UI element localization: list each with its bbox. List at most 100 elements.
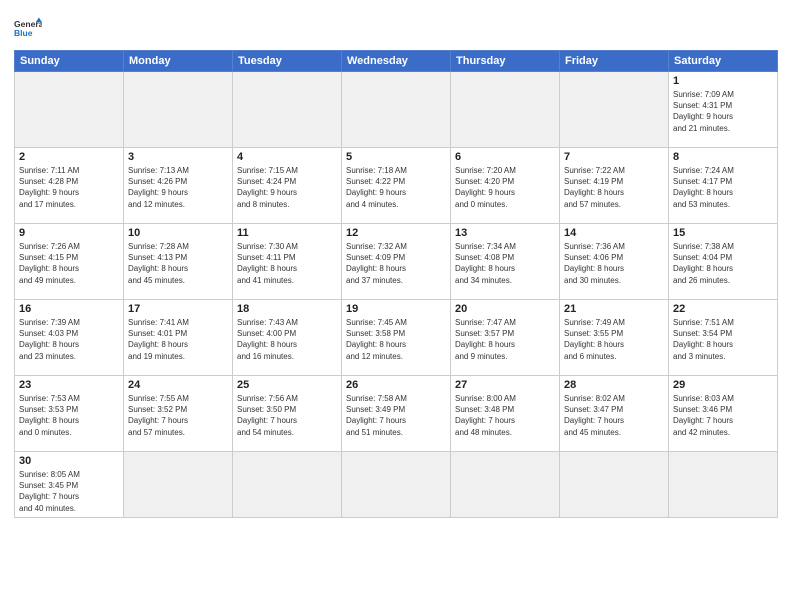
day-info: Sunrise: 7:55 AM Sunset: 3:52 PM Dayligh… <box>128 393 228 438</box>
day-number: 29 <box>673 379 773 391</box>
calendar-cell <box>451 72 560 148</box>
calendar-cell: 20 Sunrise: 7:47 AM Sunset: 3:57 PM Dayli… <box>451 300 560 376</box>
day-number: 14 <box>564 227 664 239</box>
day-info: Sunrise: 8:02 AM Sunset: 3:47 PM Dayligh… <box>564 393 664 438</box>
calendar-cell <box>342 452 451 518</box>
calendar-cell <box>560 72 669 148</box>
day-number: 23 <box>19 379 119 391</box>
day-number: 2 <box>19 151 119 163</box>
day-info: Sunrise: 7:32 AM Sunset: 4:09 PM Dayligh… <box>346 241 446 286</box>
day-info: Sunrise: 7:36 AM Sunset: 4:06 PM Dayligh… <box>564 241 664 286</box>
day-number: 13 <box>455 227 555 239</box>
calendar-cell <box>342 72 451 148</box>
logo: General Blue <box>14 16 42 44</box>
week-row-4: 23 Sunrise: 7:53 AM Sunset: 3:53 PM Dayli… <box>15 376 778 452</box>
day-number: 4 <box>237 151 337 163</box>
day-number: 12 <box>346 227 446 239</box>
day-number: 16 <box>19 303 119 315</box>
day-number: 24 <box>128 379 228 391</box>
calendar-cell <box>233 72 342 148</box>
day-number: 18 <box>237 303 337 315</box>
day-info: Sunrise: 7:45 AM Sunset: 3:58 PM Dayligh… <box>346 317 446 362</box>
calendar-cell: 15Sunrise: 7:38 AM Sunset: 4:04 PM Dayli… <box>669 224 778 300</box>
day-info: Sunrise: 7:28 AM Sunset: 4:13 PM Dayligh… <box>128 241 228 286</box>
day-info: Sunrise: 7:24 AM Sunset: 4:17 PM Dayligh… <box>673 165 773 210</box>
calendar-cell: 23 Sunrise: 7:53 AM Sunset: 3:53 PM Dayli… <box>15 376 124 452</box>
day-number: 1 <box>673 75 773 87</box>
day-number: 3 <box>128 151 228 163</box>
calendar-cell: 14 Sunrise: 7:36 AM Sunset: 4:06 PM Dayli… <box>560 224 669 300</box>
day-number: 10 <box>128 227 228 239</box>
day-number: 30 <box>19 455 119 467</box>
day-info: Sunrise: 7:47 AM Sunset: 3:57 PM Dayligh… <box>455 317 555 362</box>
day-number: 5 <box>346 151 446 163</box>
calendar-cell: 25 Sunrise: 7:56 AM Sunset: 3:50 PM Dayli… <box>233 376 342 452</box>
calendar-cell <box>451 452 560 518</box>
day-number: 22 <box>673 303 773 315</box>
calendar-cell: 6 Sunrise: 7:20 AM Sunset: 4:20 PM Daylig… <box>451 148 560 224</box>
day-info: Sunrise: 7:26 AM Sunset: 4:15 PM Dayligh… <box>19 241 119 286</box>
calendar-table: SundayMondayTuesdayWednesdayThursdayFrid… <box>14 50 778 518</box>
calendar-cell <box>124 452 233 518</box>
day-info: Sunrise: 8:00 AM Sunset: 3:48 PM Dayligh… <box>455 393 555 438</box>
calendar-cell: 10 Sunrise: 7:28 AM Sunset: 4:13 PM Dayli… <box>124 224 233 300</box>
week-row-1: 2Sunrise: 7:11 AM Sunset: 4:28 PM Daylig… <box>15 148 778 224</box>
calendar-cell: 28Sunrise: 8:02 AM Sunset: 3:47 PM Dayli… <box>560 376 669 452</box>
day-number: 11 <box>237 227 337 239</box>
day-number: 9 <box>19 227 119 239</box>
calendar-cell: 24 Sunrise: 7:55 AM Sunset: 3:52 PM Dayli… <box>124 376 233 452</box>
calendar-cell: 27 Sunrise: 8:00 AM Sunset: 3:48 PM Dayli… <box>451 376 560 452</box>
day-info: Sunrise: 7:39 AM Sunset: 4:03 PM Dayligh… <box>19 317 119 362</box>
calendar-cell: 5 Sunrise: 7:18 AM Sunset: 4:22 PM Daylig… <box>342 148 451 224</box>
calendar-cell: 11 Sunrise: 7:30 AM Sunset: 4:11 PM Dayli… <box>233 224 342 300</box>
calendar-cell: 7 Sunrise: 7:22 AM Sunset: 4:19 PM Daylig… <box>560 148 669 224</box>
weekday-header-friday: Friday <box>560 51 669 72</box>
day-number: 17 <box>128 303 228 315</box>
weekday-header-tuesday: Tuesday <box>233 51 342 72</box>
calendar-cell: 8Sunrise: 7:24 AM Sunset: 4:17 PM Daylig… <box>669 148 778 224</box>
day-info: Sunrise: 7:56 AM Sunset: 3:50 PM Dayligh… <box>237 393 337 438</box>
day-number: 6 <box>455 151 555 163</box>
calendar-cell <box>560 452 669 518</box>
day-info: Sunrise: 7:15 AM Sunset: 4:24 PM Dayligh… <box>237 165 337 210</box>
calendar-cell <box>233 452 342 518</box>
day-info: Sunrise: 7:53 AM Sunset: 3:53 PM Dayligh… <box>19 393 119 438</box>
calendar-cell: 17Sunrise: 7:41 AM Sunset: 4:01 PM Dayli… <box>124 300 233 376</box>
day-info: Sunrise: 7:22 AM Sunset: 4:19 PM Dayligh… <box>564 165 664 210</box>
weekday-header-monday: Monday <box>124 51 233 72</box>
week-row-5: 30 Sunrise: 8:05 AM Sunset: 3:45 PM Dayli… <box>15 452 778 518</box>
calendar-cell: 19Sunrise: 7:45 AM Sunset: 3:58 PM Dayli… <box>342 300 451 376</box>
day-info: Sunrise: 8:03 AM Sunset: 3:46 PM Dayligh… <box>673 393 773 438</box>
day-info: Sunrise: 7:43 AM Sunset: 4:00 PM Dayligh… <box>237 317 337 362</box>
day-number: 15 <box>673 227 773 239</box>
day-info: Sunrise: 7:20 AM Sunset: 4:20 PM Dayligh… <box>455 165 555 210</box>
calendar-cell: 29 Sunrise: 8:03 AM Sunset: 3:46 PM Dayli… <box>669 376 778 452</box>
calendar-cell: 26Sunrise: 7:58 AM Sunset: 3:49 PM Dayli… <box>342 376 451 452</box>
day-number: 7 <box>564 151 664 163</box>
weekday-header-sunday: Sunday <box>15 51 124 72</box>
day-number: 20 <box>455 303 555 315</box>
calendar-cell: 1 Sunrise: 7:09 AM Sunset: 4:31 PM Daylig… <box>669 72 778 148</box>
week-row-3: 16 Sunrise: 7:39 AM Sunset: 4:03 PM Dayli… <box>15 300 778 376</box>
calendar-cell: 2Sunrise: 7:11 AM Sunset: 4:28 PM Daylig… <box>15 148 124 224</box>
weekday-header-thursday: Thursday <box>451 51 560 72</box>
week-row-0: 1 Sunrise: 7:09 AM Sunset: 4:31 PM Daylig… <box>15 72 778 148</box>
day-info: Sunrise: 7:13 AM Sunset: 4:26 PM Dayligh… <box>128 165 228 210</box>
logo-icon: General Blue <box>14 16 42 44</box>
calendar-cell: 12 Sunrise: 7:32 AM Sunset: 4:09 PM Dayli… <box>342 224 451 300</box>
day-info: Sunrise: 7:30 AM Sunset: 4:11 PM Dayligh… <box>237 241 337 286</box>
calendar-cell <box>124 72 233 148</box>
day-info: Sunrise: 7:18 AM Sunset: 4:22 PM Dayligh… <box>346 165 446 210</box>
day-number: 21 <box>564 303 664 315</box>
header: General Blue <box>14 10 778 44</box>
page: General Blue SundayMondayTuesdayWednesda… <box>0 0 792 612</box>
weekday-header-saturday: Saturday <box>669 51 778 72</box>
calendar-cell: 9 Sunrise: 7:26 AM Sunset: 4:15 PM Daylig… <box>15 224 124 300</box>
day-info: Sunrise: 7:49 AM Sunset: 3:55 PM Dayligh… <box>564 317 664 362</box>
day-info: Sunrise: 7:09 AM Sunset: 4:31 PM Dayligh… <box>673 89 773 134</box>
day-number: 27 <box>455 379 555 391</box>
day-info: Sunrise: 8:05 AM Sunset: 3:45 PM Dayligh… <box>19 469 119 514</box>
calendar-cell: 13 Sunrise: 7:34 AM Sunset: 4:08 PM Dayli… <box>451 224 560 300</box>
day-number: 25 <box>237 379 337 391</box>
day-info: Sunrise: 7:34 AM Sunset: 4:08 PM Dayligh… <box>455 241 555 286</box>
